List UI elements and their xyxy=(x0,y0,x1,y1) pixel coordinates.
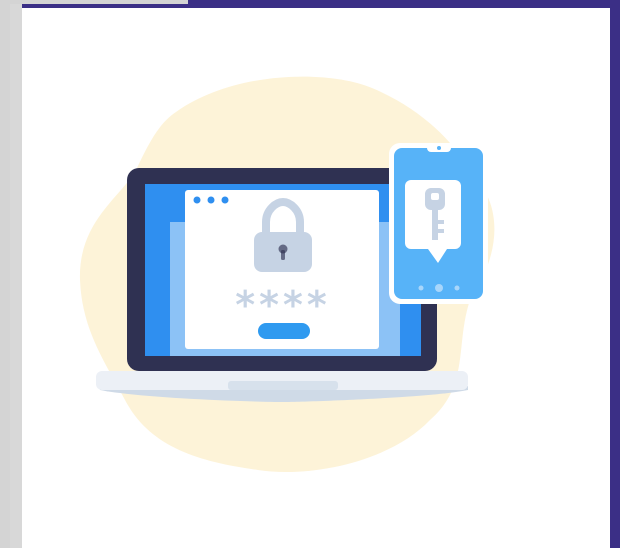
key-bow-hole xyxy=(431,193,439,200)
key-shaft xyxy=(432,208,438,240)
phone-dot-1 xyxy=(418,285,424,291)
password-mask: **** xyxy=(235,283,331,327)
phone-camera xyxy=(437,146,441,150)
smartphone-icon xyxy=(389,143,488,304)
window-dot-1 xyxy=(193,196,201,204)
two-factor-illustration: **** xyxy=(0,0,620,548)
frame-gray-left xyxy=(10,4,22,548)
key-tooth-1 xyxy=(438,220,444,224)
window-dot-2 xyxy=(207,196,215,204)
laptop-hinge-notch xyxy=(228,381,338,390)
key-tooth-2 xyxy=(438,229,444,233)
phone-dot-2 xyxy=(454,285,460,291)
illustration-canvas: **** xyxy=(0,0,620,548)
padlock-keyhole-slot xyxy=(281,250,285,260)
login-button xyxy=(258,323,310,339)
phone-home-button xyxy=(435,284,443,292)
window-dot-3 xyxy=(221,196,229,204)
login-window: **** xyxy=(185,190,379,349)
